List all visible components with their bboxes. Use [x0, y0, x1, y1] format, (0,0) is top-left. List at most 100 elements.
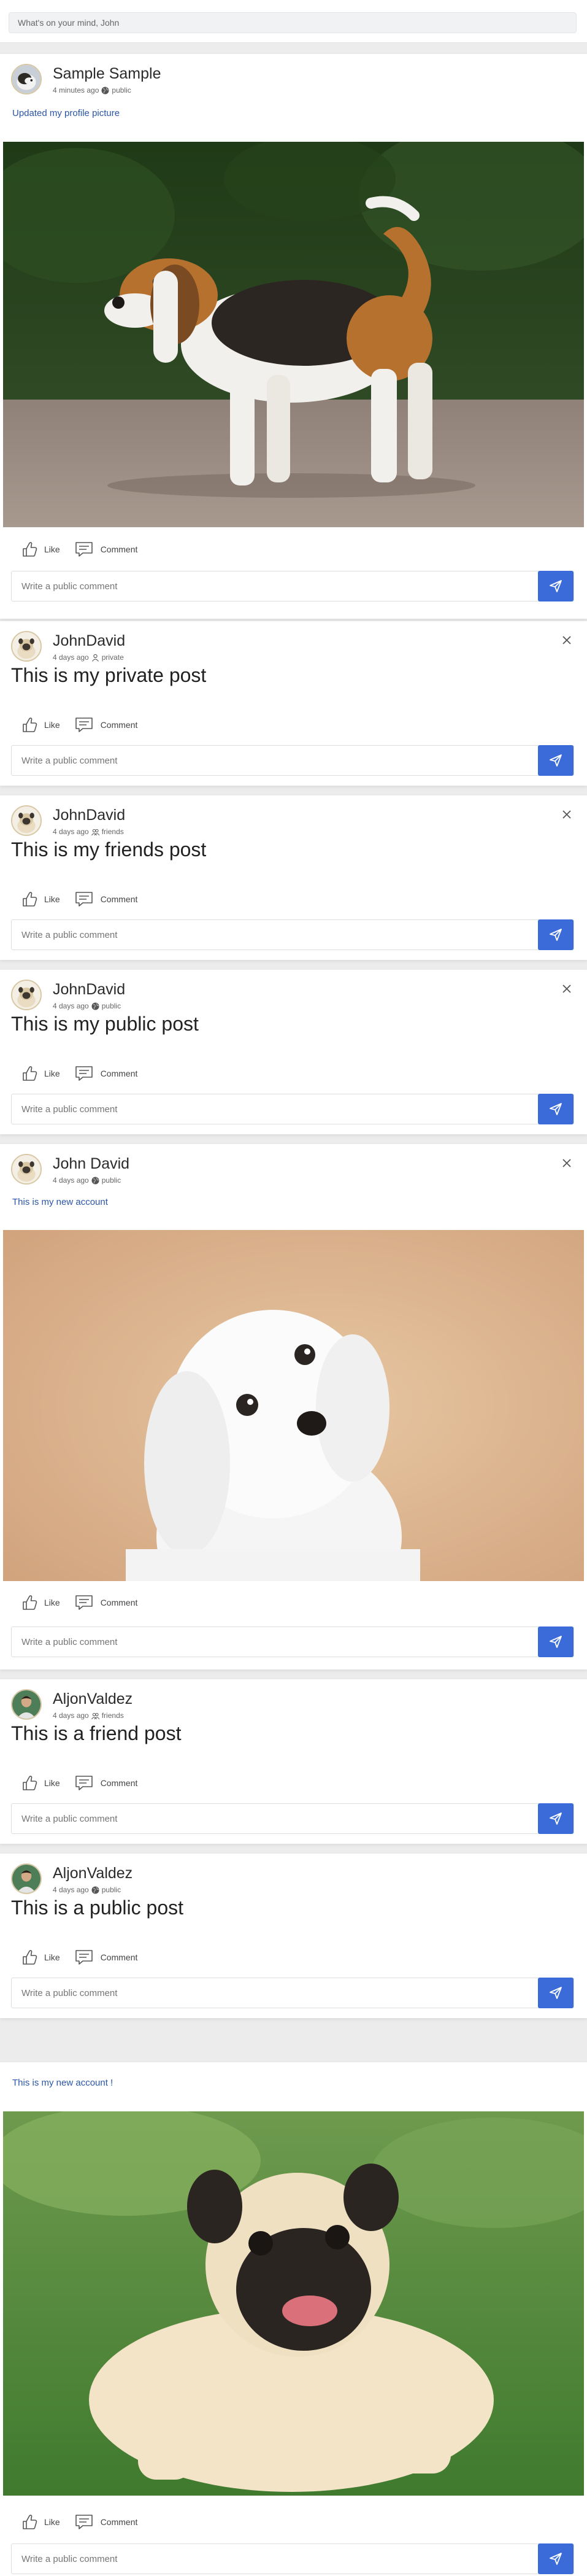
post-header: JohnDavid 4 days ago private	[11, 631, 576, 665]
beagle-photo[interactable]	[3, 142, 584, 527]
post-meta: 4 days ago public	[53, 1176, 121, 1185]
avatar[interactable]	[11, 980, 42, 1010]
like-button[interactable]: Like	[17, 2512, 60, 2532]
send-icon	[550, 1987, 562, 1999]
privacy-label: public	[101, 1002, 121, 1010]
post-time: 4 days ago	[53, 1176, 89, 1185]
post-text: This is my friends post	[11, 838, 207, 861]
send-icon	[550, 1103, 562, 1115]
avatar[interactable]	[11, 805, 42, 836]
post-time: 4 days ago	[53, 1002, 89, 1010]
like-label: Like	[44, 544, 60, 554]
like-button[interactable]: Like	[17, 1592, 60, 1613]
avatar[interactable]	[11, 64, 42, 95]
send-icon	[550, 754, 562, 767]
post-card: JohnDavid 4 days ago private This is my …	[0, 621, 587, 786]
thumbs-up-icon	[23, 892, 37, 907]
post-card: John David 4 days ago public This is my …	[0, 1144, 587, 1669]
author-name[interactable]: JohnDavid	[53, 981, 125, 999]
comment-button[interactable]: Comment	[74, 1063, 137, 1084]
comment-input[interactable]	[12, 1804, 538, 1833]
globe-icon	[101, 86, 110, 95]
comment-button[interactable]: Comment	[74, 889, 137, 910]
send-icon	[550, 1636, 562, 1648]
close-icon[interactable]	[560, 982, 574, 996]
like-button[interactable]: Like	[17, 1063, 60, 1084]
author-name[interactable]: JohnDavid	[53, 632, 125, 650]
like-button[interactable]: Like	[17, 889, 60, 910]
post-meta: 4 minutes ago public	[53, 86, 131, 95]
people-icon	[91, 829, 99, 835]
privacy-label: public	[112, 86, 131, 95]
comment-input[interactable]	[12, 920, 538, 950]
comment-input[interactable]	[12, 571, 538, 601]
post-time: 4 days ago	[53, 827, 89, 836]
privacy-label: public	[101, 1176, 121, 1185]
like-button[interactable]: Like	[17, 1947, 60, 1968]
like-button[interactable]: Like	[17, 539, 60, 560]
comment-form	[11, 1626, 574, 1657]
comment-input[interactable]	[12, 2544, 538, 2574]
globe-icon	[91, 1886, 99, 1894]
post-card: AljonValdez 4 days ago public This is a …	[0, 1854, 587, 2018]
comment-label: Comment	[100, 2517, 138, 2527]
comment-icon	[75, 1950, 93, 1965]
close-icon[interactable]	[560, 808, 574, 821]
comment-form	[11, 919, 574, 950]
avatar[interactable]	[11, 1689, 42, 1720]
pug-photo[interactable]	[3, 2111, 584, 2496]
comment-label: Comment	[100, 1598, 138, 1607]
author-name[interactable]: Sample Sample	[53, 65, 161, 83]
privacy-label: public	[101, 1886, 121, 1894]
close-icon[interactable]	[560, 633, 574, 647]
like-button[interactable]: Like	[17, 714, 60, 735]
author-name[interactable]: AljonValdez	[53, 1865, 132, 1882]
comment-icon	[75, 542, 93, 557]
author-name[interactable]: John David	[53, 1155, 129, 1173]
comment-icon	[75, 1776, 93, 1790]
send-comment-button[interactable]	[538, 745, 574, 776]
send-comment-button[interactable]	[538, 1978, 574, 2008]
avatar[interactable]	[11, 631, 42, 662]
comment-button[interactable]: Comment	[74, 539, 137, 560]
comment-button[interactable]: Comment	[74, 714, 137, 735]
comment-button[interactable]: Comment	[74, 1947, 137, 1968]
comment-icon	[75, 2515, 93, 2529]
send-icon	[550, 580, 562, 592]
author-name[interactable]: JohnDavid	[53, 806, 125, 824]
post-header: JohnDavid 4 days ago friends	[11, 805, 576, 840]
avatar[interactable]	[11, 1154, 42, 1185]
send-comment-button[interactable]	[538, 2543, 574, 2574]
comment-input[interactable]	[12, 1978, 538, 2008]
globe-icon	[91, 1002, 99, 1010]
like-label: Like	[44, 1598, 60, 1607]
post-actions: Like Comment	[17, 539, 151, 560]
send-comment-button[interactable]	[538, 1626, 574, 1657]
comment-form	[11, 571, 574, 601]
comment-form	[11, 2543, 574, 2574]
send-comment-button[interactable]	[538, 1803, 574, 1834]
post-header: AljonValdez 4 days ago friends	[11, 1689, 576, 1723]
whats-on-your-mind-input[interactable]: What's on your mind, John	[9, 12, 577, 33]
comment-input[interactable]	[12, 1627, 538, 1657]
send-comment-button[interactable]	[538, 919, 574, 950]
comment-button[interactable]: Comment	[74, 1773, 137, 1793]
comment-input[interactable]	[12, 746, 538, 775]
author-name[interactable]: AljonValdez	[53, 1690, 132, 1708]
comment-button[interactable]: Comment	[74, 2512, 138, 2532]
post-header: AljonValdez 4 days ago public	[11, 1863, 576, 1898]
close-icon[interactable]	[560, 1156, 574, 1170]
comment-input[interactable]	[12, 1094, 538, 1124]
avatar[interactable]	[11, 1863, 42, 1894]
post-text: This is a friend post	[11, 1722, 182, 1744]
comment-form	[11, 1803, 574, 1834]
post-time: 4 days ago	[53, 1711, 89, 1720]
post-text: Updated my profile picture	[12, 108, 120, 118]
post-time: 4 days ago	[53, 653, 89, 662]
send-comment-button[interactable]	[538, 1094, 574, 1124]
maltese-photo[interactable]	[3, 1230, 584, 1581]
thumbs-up-icon	[23, 542, 37, 557]
send-comment-button[interactable]	[538, 571, 574, 601]
comment-button[interactable]: Comment	[74, 1592, 138, 1613]
like-button[interactable]: Like	[17, 1773, 60, 1793]
